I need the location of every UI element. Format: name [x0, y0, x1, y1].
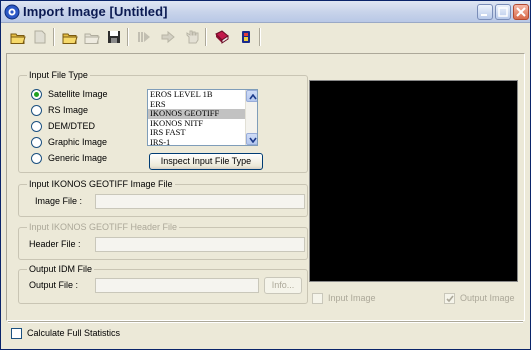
calculate-full-statistics-checkbox[interactable]: Calculate Full Statistics	[11, 327, 120, 339]
divider	[8, 321, 523, 323]
header-file-input[interactable]	[95, 237, 305, 252]
radio-rs-image[interactable]: RS Image	[31, 104, 88, 116]
radio-circle	[31, 152, 42, 164]
disabled-forward-icon[interactable]	[159, 28, 177, 46]
output-image-label: Output Image	[460, 293, 515, 303]
check-icon	[446, 295, 454, 302]
image-file-label: Image File :	[35, 196, 83, 206]
input-file-type-group: Input File Type Satellite Image RS Image…	[18, 70, 308, 173]
input-image-label: Input Image	[328, 293, 376, 303]
radio-label: Graphic Image	[48, 137, 108, 147]
chevron-up-icon	[249, 94, 257, 100]
app-icon	[4, 4, 20, 20]
output-image-checkbox[interactable]: Output Image	[444, 292, 515, 304]
header-file-group-label: Input IKONOS GEOTIFF Header File	[27, 222, 180, 232]
radio-circle	[31, 136, 42, 148]
maximize-button[interactable]	[495, 4, 511, 20]
file-type-listbox[interactable]: EROS LEVEL 1B ERS IKONOS GEOTIFF IKONOS …	[147, 89, 258, 146]
toolbar	[1, 24, 530, 50]
book-icon[interactable]	[213, 28, 231, 46]
image-file-input[interactable]	[95, 194, 305, 209]
import-image-window: Import Image [Untitled] Input File Type …	[0, 0, 531, 350]
title-bar[interactable]: Import Image [Untitled]	[1, 1, 530, 23]
radio-circle	[31, 120, 42, 132]
output-file-input[interactable]	[95, 278, 259, 293]
minimize-icon	[481, 14, 487, 16]
list-item[interactable]: IRS-1	[148, 137, 257, 145]
disabled-open-icon[interactable]	[83, 28, 101, 46]
radio-dem-dted[interactable]: DEM/DTED	[31, 120, 95, 132]
output-idm-file-group: Output IDM File Output File : Info...	[18, 264, 308, 304]
image-preview	[309, 80, 518, 282]
input-image-file-label: Input IKONOS GEOTIFF Image File	[27, 179, 175, 189]
input-image-file-group: Input IKONOS GEOTIFF Image File Image Fi…	[18, 179, 308, 217]
radio-graphic-image[interactable]: Graphic Image	[31, 136, 107, 148]
output-file-label: Output File :	[29, 280, 79, 290]
header-file-label: Header File :	[29, 239, 81, 249]
disabled-document-icon[interactable]	[31, 28, 49, 46]
input-image-checkbox[interactable]: Input Image	[312, 292, 376, 304]
open-file-icon[interactable]	[61, 28, 79, 46]
chevron-down-icon	[249, 137, 257, 143]
inspect-input-file-type-button[interactable]: Inspect Input File Type	[149, 153, 263, 170]
close-icon	[516, 7, 526, 17]
output-idm-file-label: Output IDM File	[27, 264, 95, 274]
radio-label: Generic Image	[48, 153, 108, 163]
checkbox-box	[312, 292, 323, 304]
window-title: Import Image [Untitled]	[23, 4, 168, 19]
toolbar-separator	[127, 28, 129, 46]
calculate-full-statistics-label: Calculate Full Statistics	[27, 328, 121, 338]
maximize-icon	[498, 7, 508, 17]
toolbar-separator	[53, 28, 55, 46]
save-icon[interactable]	[105, 28, 123, 46]
checkbox-box-checked	[444, 292, 455, 304]
radio-circle-checked	[31, 88, 42, 100]
toolbar-separator	[259, 28, 261, 46]
disabled-hand-icon[interactable]	[183, 28, 201, 46]
minimize-button[interactable]	[477, 4, 493, 20]
input-file-type-label: Input File Type	[27, 70, 90, 80]
info-button[interactable]: Info...	[264, 277, 302, 294]
radio-label: DEM/DTED	[48, 121, 95, 131]
radio-satellite-image[interactable]: Satellite Image	[31, 88, 108, 100]
scroll-up-button[interactable]	[246, 90, 257, 102]
checkbox-box	[11, 327, 22, 339]
scroll-down-button[interactable]	[246, 133, 257, 145]
disabled-play-icon[interactable]	[135, 28, 153, 46]
open-folder-icon[interactable]	[9, 28, 27, 46]
info-icon[interactable]	[237, 28, 255, 46]
radio-generic-image[interactable]: Generic Image	[31, 152, 107, 164]
listbox-scrollbar[interactable]	[245, 90, 257, 145]
radio-label: Satellite Image	[48, 89, 108, 99]
main-panel: Input File Type Satellite Image RS Image…	[6, 53, 525, 321]
radio-label: RS Image	[48, 105, 89, 115]
close-button[interactable]	[513, 4, 529, 20]
radio-circle	[31, 104, 42, 116]
toolbar-separator	[205, 28, 207, 46]
header-file-group: Input IKONOS GEOTIFF Header File Header …	[18, 222, 308, 260]
